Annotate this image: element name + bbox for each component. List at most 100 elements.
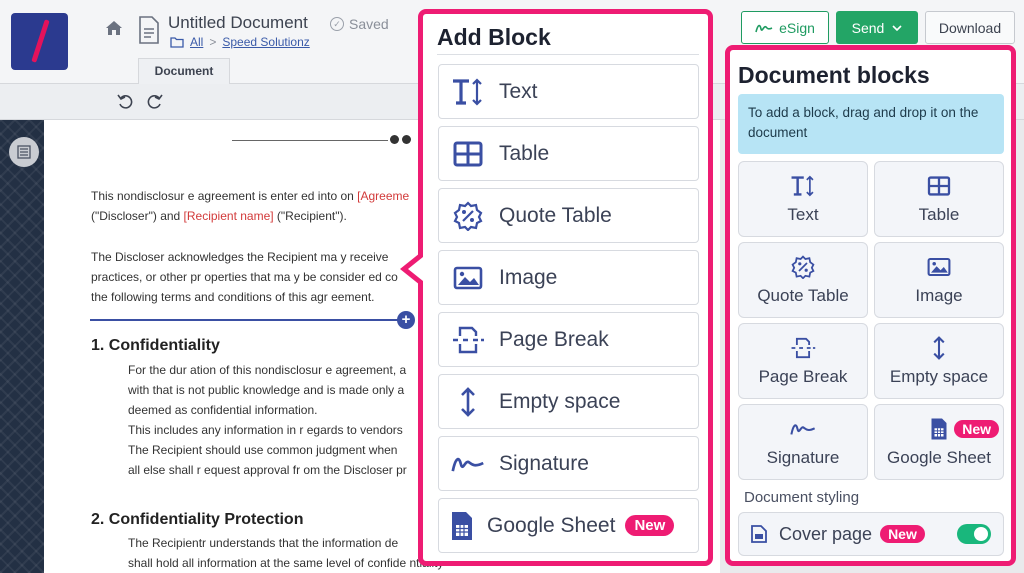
section1-line-2: with that is not public knowledge and is… <box>128 383 405 397</box>
send-label: Send <box>851 19 885 36</box>
tile-google-sheet[interactable]: Google Sheet New <box>874 404 1004 480</box>
add-block-popover: Add Block Text Table Quote Table Image P… <box>418 9 713 566</box>
table-icon <box>451 137 485 171</box>
sidebar-toggle-button[interactable] <box>9 137 39 167</box>
empty-space-icon <box>926 335 952 361</box>
tile-text-label: Text <box>787 205 819 224</box>
tile-page-break[interactable]: Page Break <box>738 323 868 399</box>
download-button[interactable]: Download <box>925 11 1015 44</box>
section1-line-6: all else shall r equest approval fr om t… <box>128 463 407 477</box>
image-icon <box>451 261 485 295</box>
google-sheet-icon <box>445 509 479 543</box>
page-break-icon <box>451 323 485 357</box>
tile-quote-table-label: Quote Table <box>757 286 849 305</box>
breadcrumb-separator: > <box>209 35 217 49</box>
image-icon <box>926 254 952 280</box>
insert-block-plus-icon[interactable]: + <box>397 311 415 329</box>
section1-line-3: deemed as confidential information. <box>128 403 318 417</box>
add-block-google-sheet-label: Google Sheet <box>487 513 616 537</box>
add-block-empty-space[interactable]: Empty space <box>438 374 699 429</box>
signature-icon <box>755 24 773 32</box>
add-block-page-break-label: Page Break <box>499 327 609 351</box>
more-dots-icon[interactable] <box>390 135 411 144</box>
app-logo[interactable] <box>11 13 68 70</box>
new-badge: New <box>625 515 675 536</box>
tab-document[interactable]: Document <box>138 58 230 84</box>
home-icon[interactable] <box>104 18 124 38</box>
document-styling-heading: Document styling <box>744 489 860 506</box>
intro-line-1: This nondisclosur e agreement is enter e… <box>91 189 410 203</box>
quote-table-icon <box>451 199 485 233</box>
document-blocks-title: Document blocks <box>738 62 930 88</box>
left-sidebar <box>0 120 44 573</box>
cover-page-row[interactable]: Cover page New <box>738 512 1004 556</box>
signature-icon <box>451 447 485 481</box>
intro-line-2: ("Discloser") and [Recipient name] ("Rec… <box>91 209 347 223</box>
folder-icon <box>170 36 184 48</box>
list-icon <box>17 145 31 159</box>
para2-line-3: the following terms and conditions of th… <box>91 290 375 304</box>
add-block-signature[interactable]: Signature <box>438 436 699 491</box>
tile-page-break-label: Page Break <box>758 367 848 386</box>
section-heading-2: 2. Confidentiality Protection <box>91 511 304 528</box>
send-button[interactable]: Send <box>836 11 918 44</box>
table-icon <box>926 173 952 199</box>
new-badge: New <box>954 420 999 438</box>
saved-label: Saved <box>349 16 389 32</box>
agreement-date-placeholder[interactable]: [Agreeme <box>357 189 409 203</box>
tile-signature[interactable]: Signature <box>738 404 868 480</box>
breadcrumb-all[interactable]: All <box>190 35 203 49</box>
add-block-table[interactable]: Table <box>438 126 699 181</box>
add-block-text-label: Text <box>499 79 538 103</box>
para2-line-1: The Discloser acknowledges the Recipient… <box>91 250 389 264</box>
recipient-name-placeholder[interactable]: [Recipient name] <box>184 209 274 223</box>
tile-empty-space[interactable]: Empty space <box>874 323 1004 399</box>
document-title[interactable]: Untitled Document <box>168 13 308 33</box>
page-break-icon <box>790 335 816 361</box>
quote-table-icon <box>790 254 816 280</box>
add-block-table-label: Table <box>499 141 550 165</box>
add-block-empty-space-label: Empty space <box>499 389 621 413</box>
toggle-knob <box>974 527 988 541</box>
google-sheet-icon <box>926 416 952 442</box>
add-block-text[interactable]: Text <box>438 64 699 119</box>
esign-label: eSign <box>779 19 815 36</box>
cover-page-label: Cover page <box>779 523 873 544</box>
redo-icon[interactable] <box>146 92 164 110</box>
tile-image[interactable]: Image <box>874 242 1004 318</box>
logo-slash <box>31 19 50 63</box>
add-block-divider <box>437 54 699 55</box>
add-block-signature-label: Signature <box>499 451 589 475</box>
tile-quote-table[interactable]: Quote Table <box>738 242 868 318</box>
breadcrumb-folder[interactable]: Speed Solutionz <box>222 35 309 49</box>
para2-line-2: practices, or other pr operties that ma … <box>91 270 398 284</box>
new-badge: New <box>880 525 925 543</box>
section1-line-4: This includes any information in r egard… <box>128 423 403 437</box>
add-block-quote-table[interactable]: Quote Table <box>438 188 699 243</box>
add-block-image[interactable]: Image <box>438 250 699 305</box>
tile-text[interactable]: Text <box>738 161 868 237</box>
tile-table-label: Table <box>918 205 960 224</box>
add-block-image-label: Image <box>499 265 558 289</box>
document-icon <box>139 16 159 44</box>
cover-page-toggle[interactable] <box>957 524 991 544</box>
section1-line-1: For the dur ation of this nondisclosur e… <box>128 363 407 377</box>
signature-icon <box>790 416 816 442</box>
tile-google-sheet-label: Google Sheet <box>887 448 991 467</box>
text-icon <box>451 75 485 109</box>
tile-image-label: Image <box>915 286 963 305</box>
undo-icon[interactable] <box>116 92 134 110</box>
saved-status: ✓ Saved <box>330 16 389 32</box>
page-divider <box>232 140 388 141</box>
cover-page-icon <box>751 525 767 543</box>
esign-button[interactable]: eSign <box>741 11 829 44</box>
check-circle-icon: ✓ <box>330 17 344 31</box>
tile-signature-label: Signature <box>766 448 840 467</box>
tile-table[interactable]: Table <box>874 161 1004 237</box>
add-block-page-break[interactable]: Page Break <box>438 312 699 367</box>
add-block-quote-table-label: Quote Table <box>499 203 612 227</box>
section2-line-2: shall hold all information at the same l… <box>128 556 444 570</box>
add-block-google-sheet[interactable]: Google Sheet New <box>438 498 699 553</box>
empty-space-icon <box>451 385 485 419</box>
section-heading-1: 1. Confidentiality <box>91 337 220 354</box>
